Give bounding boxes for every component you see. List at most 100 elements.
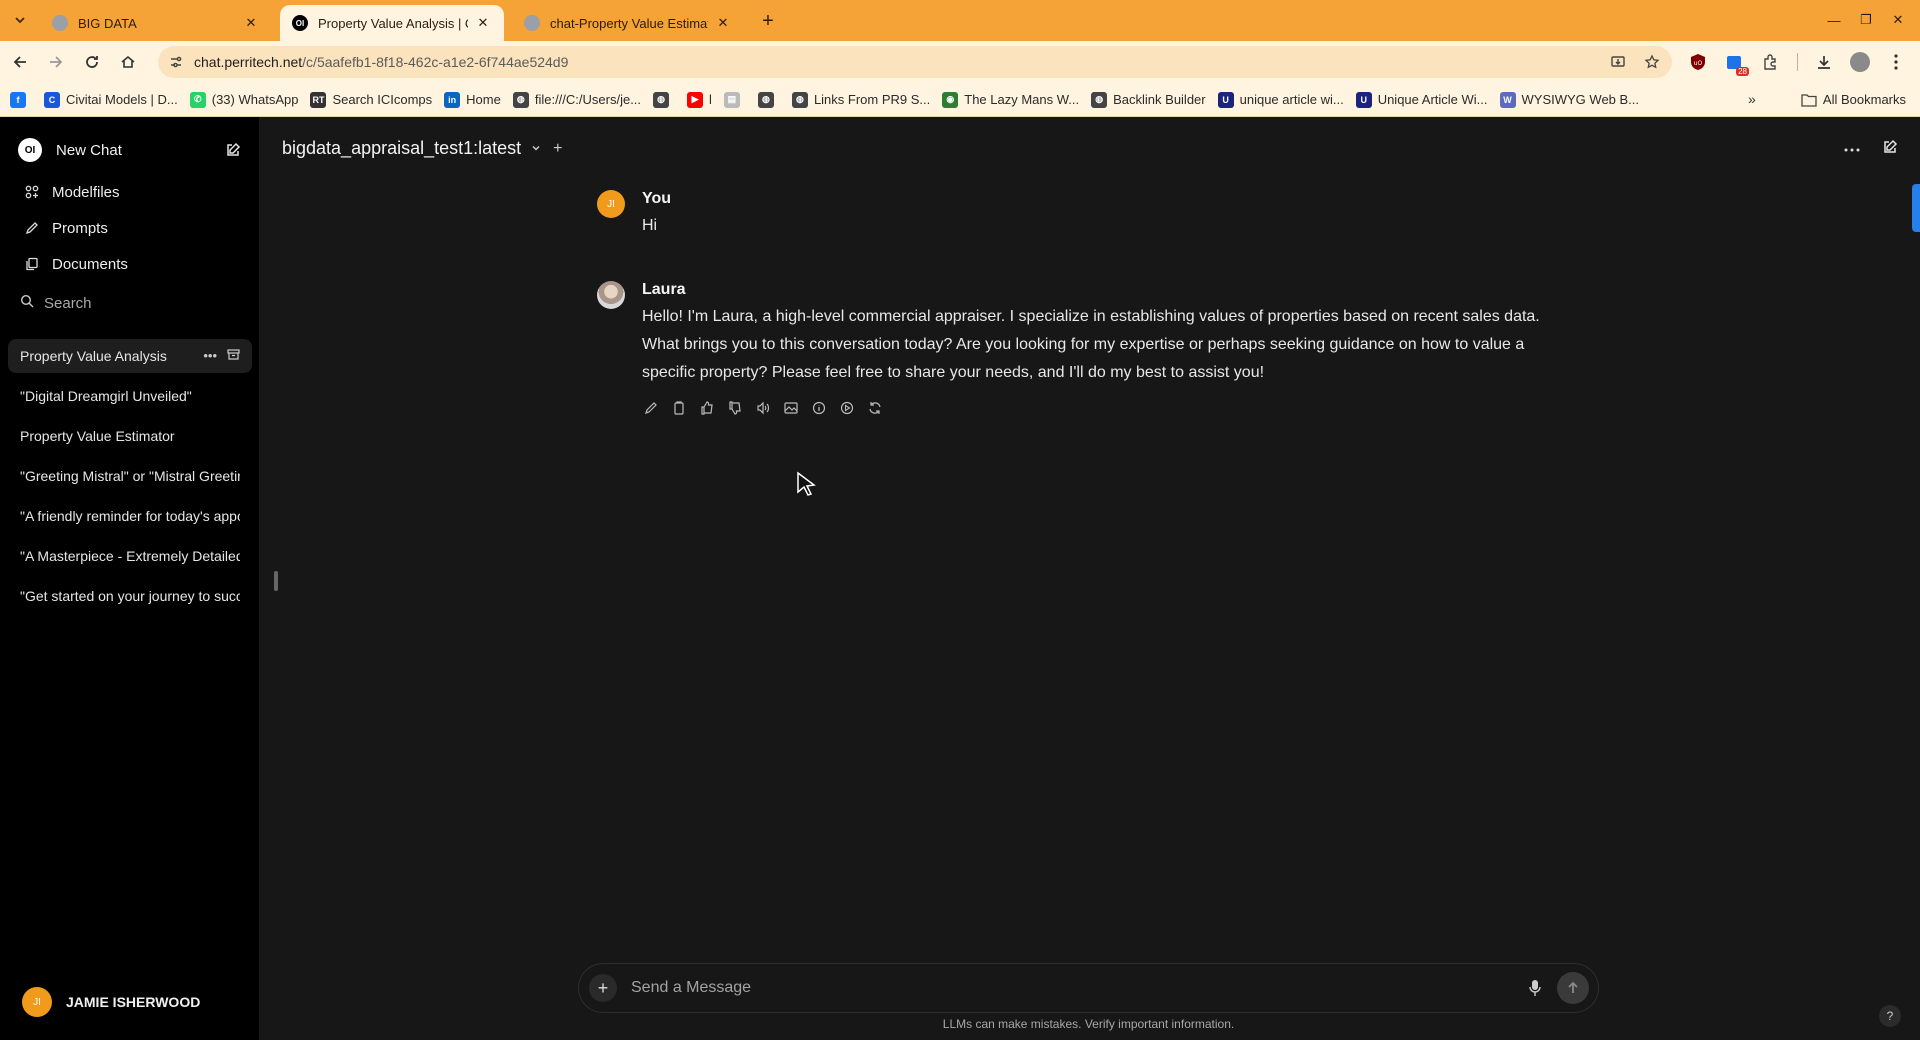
chat-item[interactable]: Property Value Estimator — [8, 419, 252, 453]
bookmark-item[interactable]: ◍ — [653, 91, 675, 108]
minimize-icon[interactable]: — — [1818, 8, 1850, 32]
chat-item-active[interactable]: Property Value Analysis ••• — [8, 339, 252, 373]
close-icon[interactable]: ✕ — [242, 14, 260, 32]
sidebar-item-documents[interactable]: Documents — [12, 248, 248, 280]
speaker-icon[interactable] — [754, 399, 772, 417]
chat-item[interactable]: "Greeting Mistral" or "Mistral Greeting" — [8, 459, 252, 493]
close-icon[interactable]: ✕ — [474, 14, 492, 32]
whatsapp-icon: ✆ — [189, 91, 206, 108]
image-icon[interactable] — [782, 399, 800, 417]
puzzle-icon[interactable] — [1754, 46, 1786, 78]
edit-icon[interactable] — [642, 399, 660, 417]
close-window-icon[interactable]: ✕ — [1882, 8, 1914, 32]
bookmark-item[interactable]: ◍ Backlink Builder — [1091, 91, 1206, 108]
plus-icon[interactable]: + — [589, 974, 617, 1002]
all-bookmarks-button[interactable]: All Bookmarks — [1801, 92, 1906, 107]
bookmark-label: The Lazy Mans W... — [964, 92, 1080, 107]
reload-button[interactable] — [76, 46, 108, 78]
continue-icon[interactable] — [838, 399, 856, 417]
tab-strip: BIG DATA ✕ OI Property Value Analysis | … — [0, 0, 1920, 41]
thumbs-down-icon[interactable] — [726, 399, 744, 417]
u-icon: U — [1217, 91, 1234, 108]
sidebar: OI New Chat Modelfiles Prompts Documents — [0, 117, 259, 1040]
address-bar[interactable]: chat.perritech.net/c/5aafefb1-8f18-462c-… — [158, 46, 1672, 78]
chat-item[interactable]: "Get started on your journey to success" — [8, 579, 252, 613]
sidebar-item-modelfiles[interactable]: Modelfiles — [12, 176, 248, 208]
site-icon: ▤ — [723, 91, 740, 108]
bookmark-label: Backlink Builder — [1113, 92, 1206, 107]
openwebui-icon: OI — [292, 15, 308, 31]
bookmark-item[interactable]: ◍ — [757, 91, 780, 108]
bookmark-item[interactable]: W WYSIWYG Web B... — [1499, 91, 1639, 108]
tab-big-data[interactable]: BIG DATA ✕ — [40, 5, 272, 41]
back-button[interactable] — [4, 46, 36, 78]
arrow-left-icon — [13, 56, 26, 68]
site-info-icon[interactable] — [162, 48, 190, 76]
tab-chat-property-value-estimator[interactable]: chat-Property Value Estimat ✕ — [512, 5, 744, 41]
tab-search-button[interactable] — [8, 8, 32, 32]
archive-icon[interactable] — [227, 348, 240, 364]
bookmark-item[interactable]: U Unique Article Wi... — [1355, 91, 1488, 108]
linkedin-icon: in — [444, 91, 461, 108]
user-menu[interactable]: JI JAMIE ISHERWOOD — [22, 987, 200, 1017]
youtube-icon: ▶ — [687, 91, 704, 108]
microphone-icon[interactable] — [1521, 974, 1549, 1002]
chat-item[interactable]: "Digital Dreamgirl Unveiled" — [8, 379, 252, 413]
star-icon[interactable] — [1638, 48, 1666, 76]
tab-property-value-analysis[interactable]: OI Property Value Analysis | Op ✕ — [280, 5, 504, 41]
bookmark-item[interactable]: ✆ (33) WhatsApp — [189, 91, 298, 108]
chat-item[interactable]: "A Masterpiece - Extremely Detailed" — [8, 539, 252, 573]
sidebar-search[interactable]: Search — [12, 287, 248, 319]
ublock-icon[interactable]: uO — [1682, 46, 1714, 78]
bookmark-item[interactable]: ▤ — [723, 91, 746, 108]
help-button[interactable]: ? — [1879, 1005, 1901, 1027]
more-horizontal-icon[interactable]: ••• — [203, 348, 217, 364]
forward-button[interactable] — [40, 46, 72, 78]
bookmark-item[interactable]: RT Search ICIcomps — [310, 91, 432, 108]
regenerate-icon[interactable] — [866, 399, 884, 417]
calendar-extension-icon[interactable]: 28 — [1718, 46, 1750, 78]
u-icon: U — [1355, 91, 1372, 108]
send-button[interactable] — [1557, 972, 1589, 1004]
more-horizontal-icon[interactable] — [1844, 139, 1860, 160]
globe-icon: ◍ — [653, 91, 670, 108]
chat-title: "Get started on your journey to success" — [20, 588, 240, 604]
chevron-double-right-icon[interactable]: » — [1748, 91, 1756, 107]
chat-main: bigdata_appraisal_test1:latest + JI You … — [259, 117, 1920, 1040]
new-tab-button[interactable]: + — [756, 9, 780, 33]
window-controls: — ❐ ✕ — [1818, 8, 1914, 32]
model-selector[interactable]: bigdata_appraisal_test1:latest + — [282, 138, 563, 159]
bookmark-item[interactable]: ◉ The Lazy Mans W... — [942, 91, 1080, 108]
bookmark-item[interactable]: C Civitai Models | D... — [44, 91, 178, 108]
bookmark-label: file:///C:/Users/je... — [534, 92, 642, 107]
compose-icon[interactable] — [1882, 139, 1898, 160]
install-app-icon[interactable] — [1604, 48, 1632, 76]
url-text: chat.perritech.net/c/5aafefb1-8f18-462c-… — [194, 54, 1604, 70]
thumbs-up-icon[interactable] — [698, 399, 716, 417]
bookmark-item[interactable]: ◍ file:///C:/Users/je... — [512, 91, 642, 108]
bookmark-item[interactable]: in Home — [444, 91, 501, 108]
bookmark-item[interactable]: ◍ Links From PR9 S... — [791, 91, 930, 108]
chat-item[interactable]: "A friendly reminder for today's appoint… — [8, 499, 252, 533]
restore-icon[interactable]: ❐ — [1850, 8, 1882, 32]
bookmark-item[interactable]: f — [10, 91, 32, 108]
home-button[interactable] — [112, 46, 144, 78]
bookmark-item[interactable]: ▶ l — [687, 91, 712, 108]
more-vertical-icon[interactable] — [1880, 46, 1912, 78]
chevron-down-icon[interactable] — [531, 142, 541, 156]
message-input[interactable] — [631, 979, 1521, 997]
compose-icon[interactable] — [225, 142, 241, 158]
copy-icon[interactable] — [670, 399, 688, 417]
add-model-icon[interactable]: + — [553, 140, 562, 158]
info-icon[interactable] — [810, 399, 828, 417]
profile-avatar-icon[interactable] — [1844, 46, 1876, 78]
chat-top-actions — [1844, 139, 1898, 160]
download-icon[interactable] — [1808, 46, 1840, 78]
new-chat-button[interactable]: OI New Chat — [10, 133, 249, 167]
facebook-icon: f — [10, 91, 26, 108]
close-icon[interactable]: ✕ — [714, 14, 732, 32]
bookmark-item[interactable]: Uunique article wi... — [1217, 91, 1344, 108]
sidebar-item-prompts[interactable]: Prompts — [12, 212, 248, 244]
globe-icon: ◍ — [512, 91, 529, 108]
disclaimer: LLMs can make mistakes. Verify important… — [942, 1017, 1235, 1031]
